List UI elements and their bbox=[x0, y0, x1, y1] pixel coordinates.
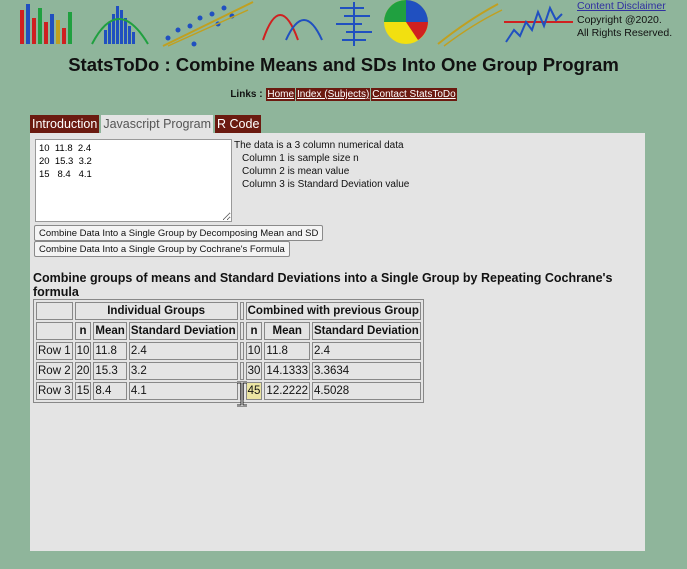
cell-combined-sd: 2.4 bbox=[312, 342, 421, 360]
data-description: The data is a 3 column numerical data Co… bbox=[234, 139, 409, 191]
tab-javascript-program[interactable]: Javascript Program bbox=[101, 115, 214, 133]
col-combined-n: n bbox=[245, 322, 263, 340]
table-group-header-row: Individual Groups Combined with previous… bbox=[36, 302, 421, 320]
empty-header-cell bbox=[36, 302, 73, 320]
cell-combined-mean: 11.8 bbox=[264, 342, 310, 360]
row-label: Row 2 bbox=[36, 362, 73, 380]
table-row: Row 3 15 8.4 4.1 45 12.2222 4.5028 bbox=[36, 382, 421, 400]
tab-introduction[interactable]: Introduction bbox=[30, 115, 100, 133]
tab-bar: Introduction Javascript Program R Code bbox=[30, 115, 263, 133]
home-link[interactable]: Home bbox=[266, 88, 296, 101]
desc-line-2: Column 1 is sample size n bbox=[242, 153, 359, 164]
spacer-header-cell bbox=[239, 302, 244, 320]
disclaimer-link[interactable]: Content Disclaimer bbox=[577, 0, 666, 12]
combined-groups-header: Combined with previous Group bbox=[245, 302, 421, 320]
links-label: Links : bbox=[230, 89, 263, 100]
cell-mean: 8.4 bbox=[93, 382, 127, 400]
header-info: Content Disclaimer Copyright @2020. All … bbox=[577, 0, 672, 41]
section-title: Combine groups of means and Standard Dev… bbox=[33, 271, 613, 299]
col-n: n bbox=[74, 322, 92, 340]
page-title: StatsToDo : Combine Means and SDs Into O… bbox=[68, 54, 619, 75]
text-cursor-icon bbox=[237, 381, 247, 407]
logo-charts-icon bbox=[20, 0, 573, 47]
rights-text: All Rights Reserved. bbox=[577, 27, 673, 39]
cell-mean: 11.8 bbox=[93, 342, 127, 360]
row-label: Row 1 bbox=[36, 342, 73, 360]
combine-decompose-button[interactable]: Combine Data Into a Single Group by Deco… bbox=[34, 225, 324, 241]
results-table: Individual Groups Combined with previous… bbox=[33, 299, 424, 403]
cell-sd: 3.2 bbox=[128, 362, 238, 380]
spacer-header-cell bbox=[239, 322, 244, 340]
spacer-cell bbox=[239, 362, 244, 380]
data-input-textarea[interactable] bbox=[35, 139, 232, 222]
cell-sd: 4.1 bbox=[128, 382, 238, 400]
cell-combined-mean: 12.2222 bbox=[264, 382, 310, 400]
table-column-header-row: n Mean Standard Deviation n Mean Standar… bbox=[36, 322, 421, 340]
links-bar: Links : Home Index (Subjects) Contact Stat… bbox=[0, 88, 687, 101]
cell-mean: 15.3 bbox=[93, 362, 127, 380]
cell-combined-n: 30 bbox=[245, 362, 263, 380]
cell-sd: 2.4 bbox=[128, 342, 238, 360]
col-combined-sd: Standard Deviation bbox=[312, 322, 421, 340]
col-combined-mean: Mean bbox=[264, 322, 310, 340]
row-label: Row 3 bbox=[36, 382, 73, 400]
col-sd: Standard Deviation bbox=[128, 322, 238, 340]
col-mean: Mean bbox=[93, 322, 127, 340]
cell-combined-mean: 14.1333 bbox=[264, 362, 310, 380]
desc-line-4: Column 3 is Standard Deviation value bbox=[242, 179, 410, 190]
individual-groups-header: Individual Groups bbox=[74, 302, 238, 320]
program-panel: The data is a 3 column numerical data Co… bbox=[30, 133, 645, 551]
empty-header-cell bbox=[36, 322, 73, 340]
desc-line-3: Column 2 is mean value bbox=[242, 166, 350, 177]
copyright-text: Copyright @2020. bbox=[577, 13, 662, 26]
tab-r-code[interactable]: R Code bbox=[215, 115, 262, 133]
cell-n: 10 bbox=[74, 342, 92, 360]
cell-n: 15 bbox=[74, 382, 92, 400]
index-link[interactable]: Index (Subjects) bbox=[296, 88, 371, 101]
cell-combined-n: 45 bbox=[245, 382, 263, 400]
table-row: Row 1 10 11.8 2.4 10 11.8 2.4 bbox=[36, 342, 421, 360]
table-row: Row 2 20 15.3 3.2 30 14.1333 3.3634 bbox=[36, 362, 421, 380]
cell-n: 20 bbox=[74, 362, 92, 380]
cell-combined-sd: 3.3634 bbox=[312, 362, 421, 380]
desc-line-1: The data is a 3 column numerical data bbox=[234, 140, 404, 151]
cell-combined-n: 10 bbox=[245, 342, 263, 360]
combine-cochrane-button[interactable]: Combine Data Into a Single Group by Coch… bbox=[34, 241, 290, 257]
cell-combined-sd: 4.5028 bbox=[312, 382, 421, 400]
spacer-cell bbox=[239, 342, 244, 360]
contact-link[interactable]: Contact StatsToDo bbox=[371, 88, 457, 101]
